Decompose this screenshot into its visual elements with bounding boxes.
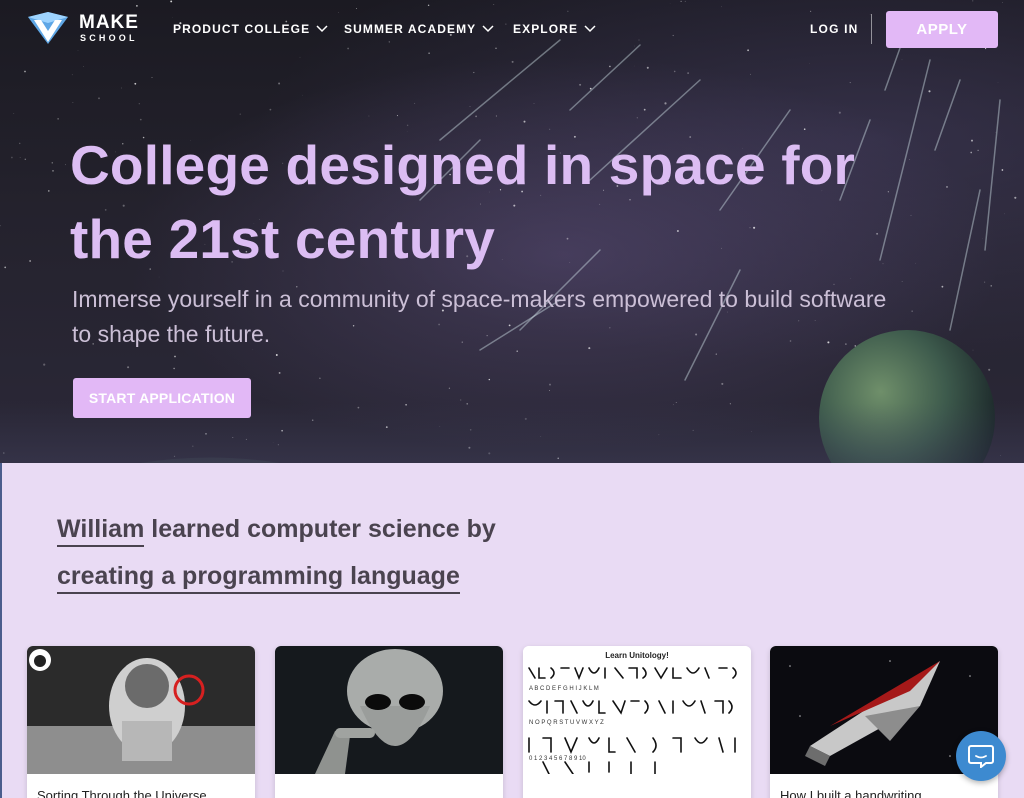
hero-subtitle: Immerse yourself in a community of space…: [72, 282, 972, 352]
hero-title-line-2: the 21st century: [70, 208, 496, 270]
hero-title: College designed in space for the 21st c…: [70, 128, 970, 276]
logo-wordmark-make[interactable]: MAKE: [79, 12, 139, 34]
hero-section: MAKE SCHOOL PRODUCT COLLEGE SUMMER ACADE…: [0, 0, 1024, 463]
apply-button[interactable]: APPLY: [886, 11, 998, 48]
chevron-down-icon: [584, 25, 596, 33]
nav-divider: [871, 14, 872, 44]
svg-text:N O P Q R S T U V W: N O P Q R S T U V W X Y Z: [529, 720, 604, 726]
nav-item-label: SUMMER ACADEMY: [344, 22, 477, 36]
login-link[interactable]: LOG IN: [810, 22, 859, 36]
svg-text:0 1 2 3 4 5 6 7: 0 1 2 3 4 5 6 7 8 9 10: [529, 756, 586, 762]
svg-text:A B C D E F G H I J: A B C D E F G H I J K L M: [529, 686, 599, 692]
chevron-down-icon: [482, 25, 494, 33]
alphabet-chart-thumbnail: Learn Unitology! A B C D E F G H I J K L…: [523, 646, 751, 774]
chevron-down-icon: [316, 25, 328, 33]
nav-product-college[interactable]: PRODUCT COLLEGE: [173, 22, 328, 36]
alphabet-chart-heading: Learn Unitology!: [605, 651, 669, 660]
story-project-link[interactable]: creating a programming language: [57, 562, 460, 594]
story-text: learned computer science by: [144, 515, 496, 543]
make-school-logo-icon[interactable]: [26, 11, 70, 45]
student-name-link[interactable]: William: [57, 515, 145, 547]
card-title: Sorting Through the Universe: [37, 788, 207, 798]
hero-subtitle-line-1: Immerse yourself in a community of space…: [72, 286, 887, 312]
story-card[interactable]: How I built a handwriting: [770, 646, 998, 798]
story-card[interactable]: Sorting Through the Universe: [27, 646, 255, 798]
alien-portrait-thumbnail: [275, 646, 503, 774]
student-story-heading: William learned computer science by crea…: [57, 506, 577, 600]
hero-title-line-1: College designed in space for: [70, 134, 856, 196]
story-card[interactable]: [275, 646, 503, 798]
nav-item-label: PRODUCT COLLEGE: [173, 22, 311, 36]
chat-launcher-button[interactable]: [956, 731, 1006, 781]
hero-subtitle-line-2: to shape the future.: [72, 321, 271, 347]
nav-explore[interactable]: EXPLORE: [513, 22, 596, 36]
astronaut-moon-thumbnail: [27, 646, 255, 774]
story-card[interactable]: Learn Unitology! A B C D E F G H I J K L…: [523, 646, 751, 798]
nav-summer-academy[interactable]: SUMMER ACADEMY: [344, 22, 494, 36]
card-title: How I built a handwriting: [780, 788, 922, 798]
start-application-button[interactable]: START APPLICATION: [73, 378, 251, 418]
top-navigation: MAKE SCHOOL PRODUCT COLLEGE SUMMER ACADE…: [0, 0, 1024, 58]
logo-wordmark-school[interactable]: SCHOOL: [80, 33, 138, 43]
chat-icon: [968, 745, 994, 768]
nav-item-label: EXPLORE: [513, 22, 579, 36]
